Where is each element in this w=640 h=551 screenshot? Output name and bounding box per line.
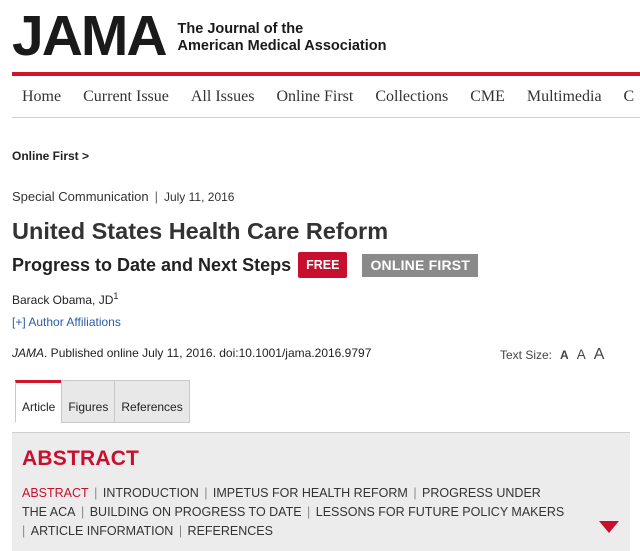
nav-current-issue[interactable]: Current Issue — [72, 88, 180, 106]
citation-journal: JAMA — [12, 346, 45, 360]
abstract-section: ABSTRACT ABSTRACT | INTRODUCTION | IMPET… — [12, 432, 630, 551]
author-line: Barack Obama, JD1 — [12, 291, 118, 307]
jump-link-lessons[interactable]: LESSONS FOR FUTURE POLICY MAKERS — [316, 505, 564, 519]
jump-link-abstract[interactable]: ABSTRACT — [22, 486, 89, 500]
nav-multimedia[interactable]: Multimedia — [516, 88, 613, 106]
nav-home[interactable]: Home — [12, 88, 72, 106]
meta-separator: | — [154, 189, 158, 204]
text-size-medium-button[interactable]: A — [577, 347, 586, 362]
abstract-heading: ABSTRACT — [22, 447, 140, 470]
article-date: July 11, 2016 — [163, 190, 235, 204]
online-first-badge: ONLINE FIRST — [362, 253, 479, 277]
author-name[interactable]: Barack Obama, JD — [12, 293, 113, 307]
citation: JAMA. Published online July 11, 2016. do… — [12, 346, 371, 360]
jump-link-article-info[interactable]: ARTICLE INFORMATION — [31, 524, 174, 538]
citation-details: . Published online July 11, 2016. doi:10… — [44, 346, 372, 360]
author-affiliations-link[interactable]: [+] Author Affiliations — [12, 315, 121, 329]
author-affiliation-sup: 1 — [113, 291, 119, 301]
journal-name-line1: The Journal of the — [177, 21, 304, 37]
main-nav: Home Current Issue All Issues Online Fir… — [12, 76, 640, 118]
text-size-label: Text Size: — [500, 348, 553, 362]
nav-all-issues[interactable]: All Issues — [180, 88, 266, 106]
nav-online-first[interactable]: Online First — [265, 88, 364, 106]
jump-link-building[interactable]: BUILDING ON PROGRESS TO DATE — [90, 505, 302, 519]
section-jump-links: ABSTRACT | INTRODUCTION | IMPETUS FOR HE… — [22, 486, 565, 538]
journal-name: The Journal of the American Medical Asso… — [178, 17, 387, 55]
article-tabs: Article Figures References — [15, 380, 190, 423]
tab-references[interactable]: References — [114, 380, 190, 423]
jump-link-impetus[interactable]: IMPETUS FOR HEALTH REFORM — [213, 486, 408, 500]
nav-collections[interactable]: Collections — [364, 88, 459, 106]
article-title: United States Health Care Reform — [12, 218, 389, 244]
triangle-down-icon[interactable] — [599, 521, 619, 533]
text-size-small-button[interactable]: A — [560, 348, 569, 362]
article-subtitle: Progress to Date and Next Steps — [12, 254, 292, 275]
article-meta: Special Communication | July 11, 2016 — [12, 189, 234, 204]
jama-logo[interactable]: JAMA — [12, 8, 168, 65]
text-size-control: Text Size: A A A — [500, 346, 604, 364]
subtitle-row: Progress to Date and Next Steps FREE ONL… — [12, 252, 479, 278]
tab-figures[interactable]: Figures — [61, 380, 116, 423]
text-size-large-button[interactable]: A — [594, 346, 605, 364]
article-type: Special Communication — [12, 189, 149, 204]
jump-link-references[interactable]: REFERENCES — [188, 524, 273, 538]
breadcrumb[interactable]: Online First > — [12, 149, 89, 163]
free-badge: FREE — [298, 252, 348, 278]
journal-name-line2: American Medical Association — [177, 38, 387, 54]
nav-cme[interactable]: CME — [459, 88, 516, 106]
jump-link-introduction[interactable]: INTRODUCTION — [103, 486, 199, 500]
tab-article[interactable]: Article — [15, 380, 63, 423]
nav-overflow-item[interactable]: C — [613, 88, 640, 106]
masthead[interactable]: JAMA The Journal of the American Medical… — [12, 8, 387, 65]
